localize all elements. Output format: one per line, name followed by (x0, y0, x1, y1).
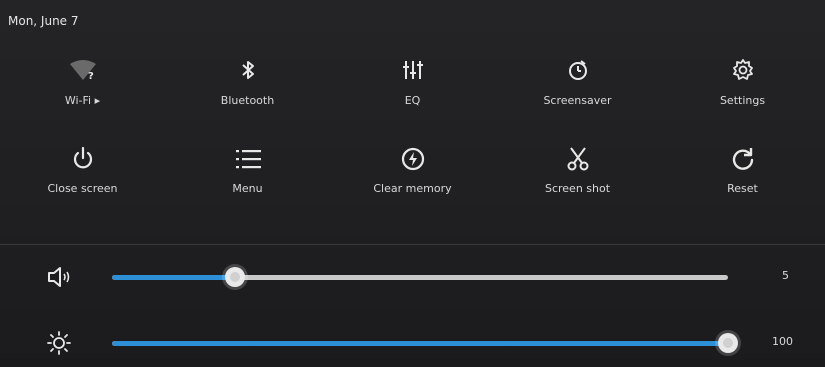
divider (0, 244, 825, 245)
tile-wifi[interactable]: ? Wi-Fi ▸ (0, 56, 165, 142)
equalizer-icon (398, 56, 428, 84)
tile-menu-label: Menu (232, 182, 263, 195)
scissors-icon (561, 142, 595, 176)
speaker-icon (46, 265, 72, 289)
tile-screensaver-label: Screensaver (543, 94, 612, 107)
menu-list-icon (231, 142, 265, 176)
tile-bluetooth[interactable]: Bluetooth (165, 56, 330, 142)
timer-icon (563, 56, 593, 84)
tile-menu[interactable]: Menu (165, 142, 330, 228)
tile-settings[interactable]: Settings (660, 56, 825, 142)
bluetooth-icon (233, 56, 263, 84)
wifi-icon: ? (68, 56, 98, 84)
brightness-slider-row: 100 (0, 323, 825, 363)
tile-wifi-label: Wi-Fi ▸ (64, 94, 101, 107)
volume-slider-thumb[interactable] (225, 267, 246, 287)
tile-screen-shot[interactable]: Screen shot (495, 142, 660, 228)
tile-clear-memory-label: Clear memory (373, 182, 452, 195)
quick-toggle-grid: ? Wi-Fi ▸ Bluetooth EQ Screensaver Setti… (0, 56, 825, 228)
brightness-slider-fill (112, 341, 728, 346)
volume-value: 5 (782, 269, 789, 282)
tile-reset-label: Reset (727, 182, 758, 195)
tile-reset[interactable]: Reset (660, 142, 825, 228)
volume-slider-row: 5 (0, 257, 825, 297)
sun-icon (46, 331, 72, 355)
tile-settings-label: Settings (719, 94, 766, 107)
brightness-slider[interactable] (112, 333, 738, 353)
gear-icon (728, 56, 758, 84)
clear-memory-icon (396, 142, 430, 176)
power-icon (66, 142, 100, 176)
tile-clear-memory[interactable]: Clear memory (330, 142, 495, 228)
refresh-icon (726, 142, 760, 176)
brightness-value: 100 (772, 335, 793, 348)
status-date: Mon, June 7 (8, 14, 79, 28)
toggle-row-1: ? Wi-Fi ▸ Bluetooth EQ Screensaver Setti… (0, 56, 825, 142)
svg-text:?: ? (88, 71, 94, 82)
tile-bluetooth-label: Bluetooth (220, 94, 275, 107)
tile-screensaver[interactable]: Screensaver (495, 56, 660, 142)
tile-eq[interactable]: EQ (330, 56, 495, 142)
brightness-slider-thumb[interactable] (718, 333, 738, 353)
volume-slider-fill (112, 275, 236, 280)
volume-slider[interactable] (112, 267, 728, 287)
tile-close-screen-label: Close screen (47, 182, 118, 195)
quick-settings-panel: Mon, June 7 ? Wi-Fi ▸ Bluetooth EQ Scree… (0, 0, 825, 367)
tile-eq-label: EQ (404, 94, 421, 107)
tile-screen-shot-label: Screen shot (544, 182, 611, 195)
toggle-row-2: Close screen Menu Clear memory Screen sh… (0, 142, 825, 228)
tile-close-screen[interactable]: Close screen (0, 142, 165, 228)
